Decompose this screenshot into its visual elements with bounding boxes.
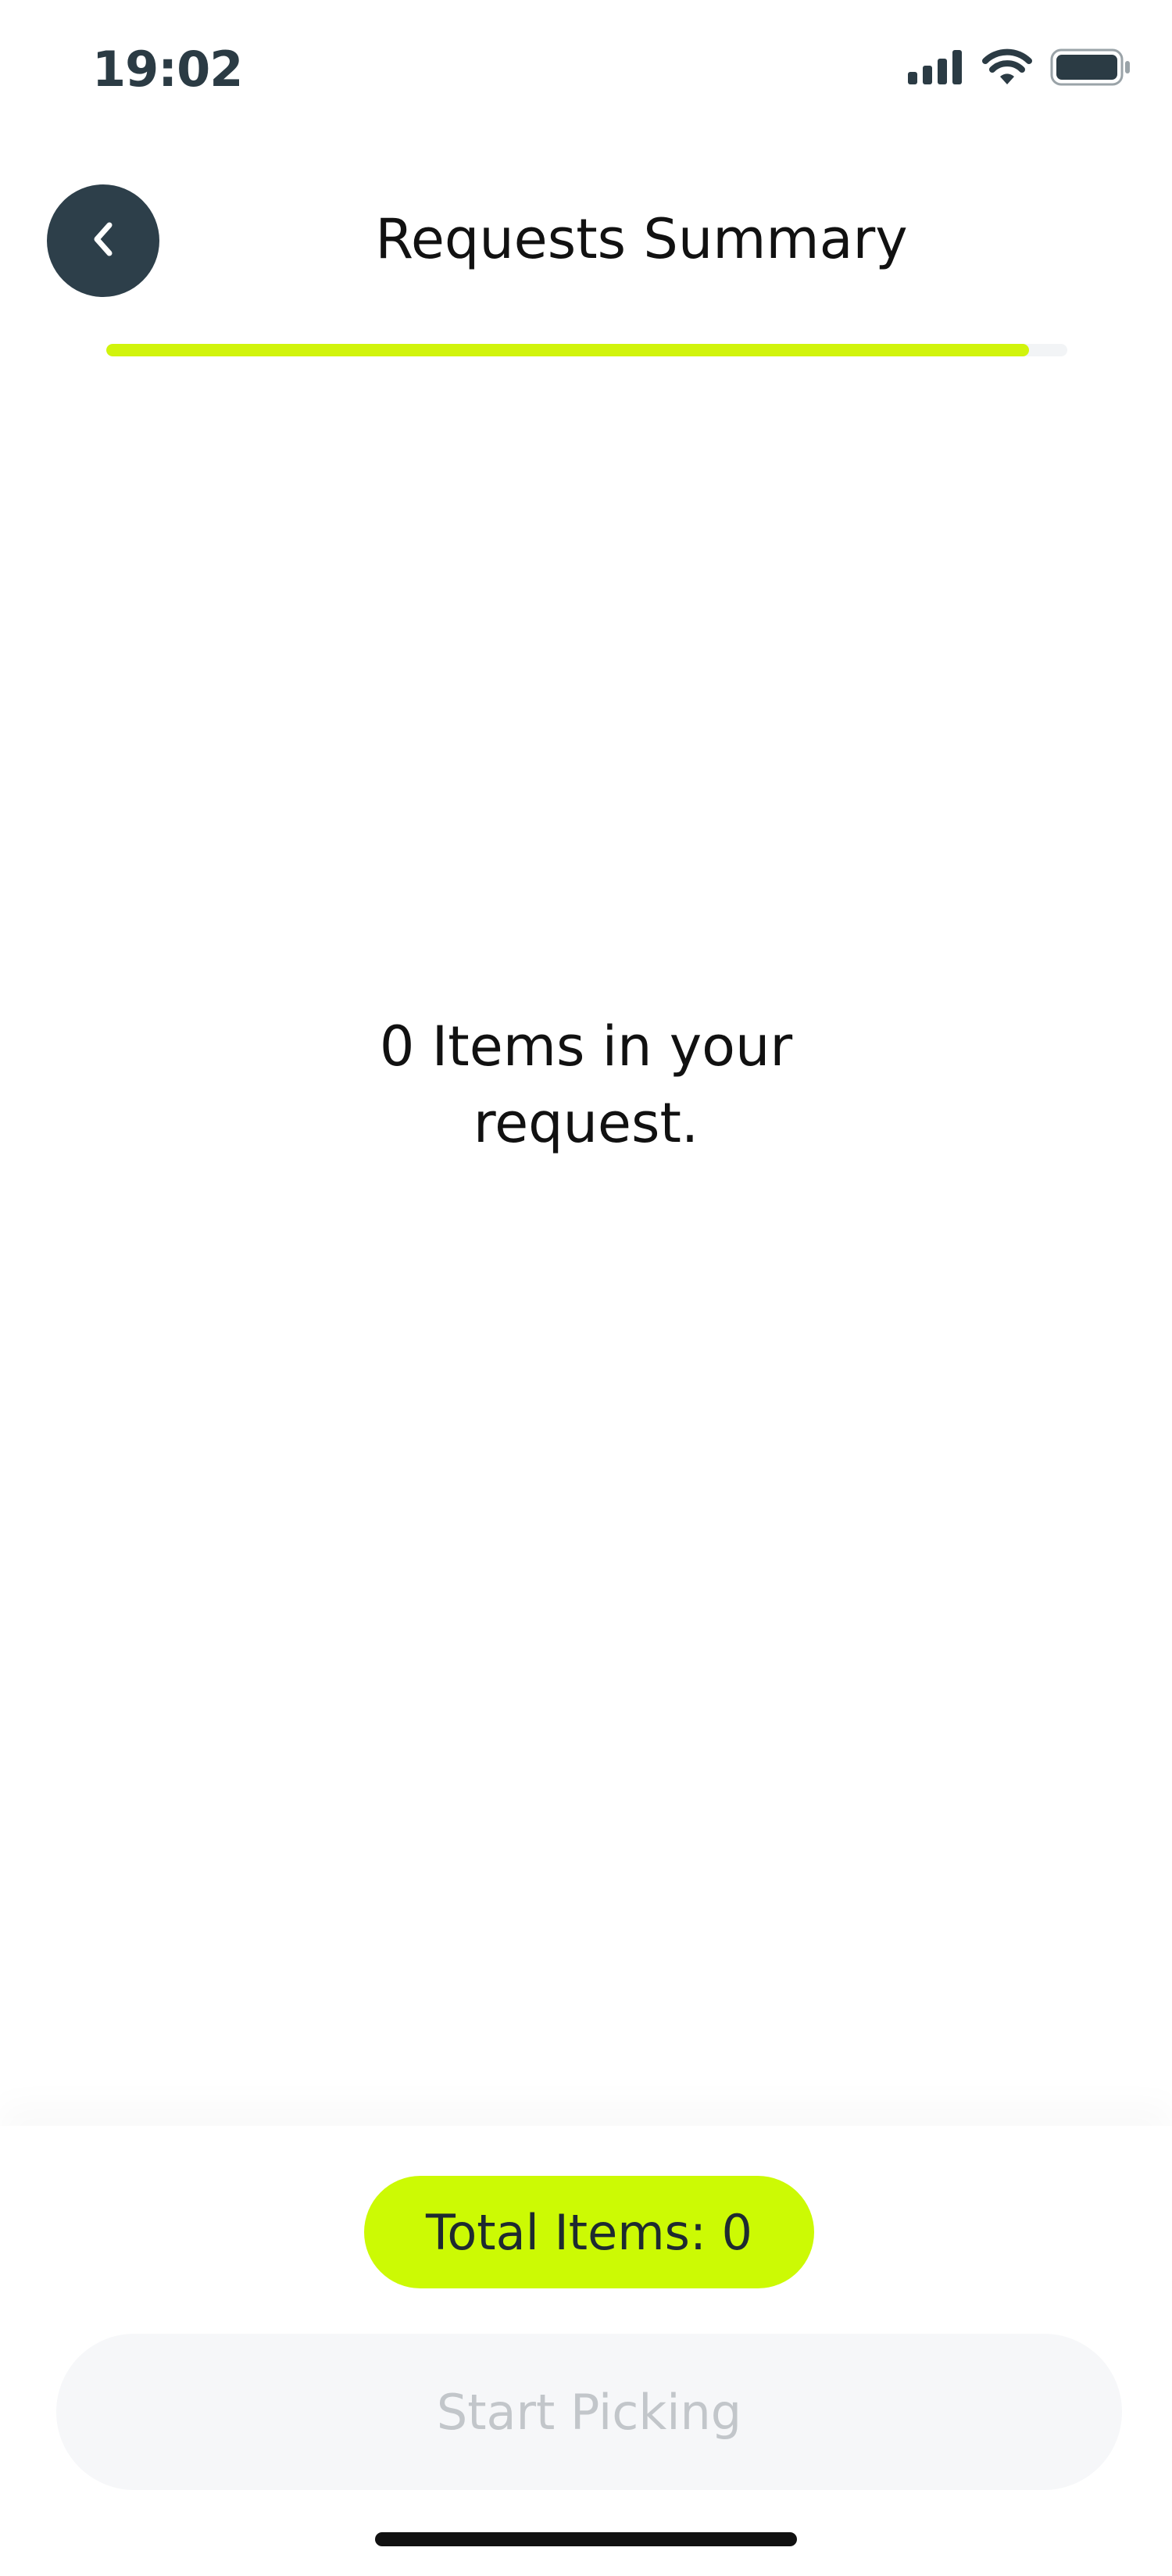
status-time: 19:02	[92, 41, 243, 98]
screen: 19:02 Requests Summary 0 Items in your r…	[0, 0, 1172, 2576]
page-title: Requests Summary	[375, 207, 908, 271]
wifi-icon	[981, 48, 1033, 89]
start-picking-button[interactable]: Start Picking	[56, 2334, 1122, 2490]
back-button[interactable]	[47, 184, 159, 297]
progress-bar	[106, 344, 1067, 356]
battery-icon	[1050, 48, 1131, 89]
chevron-left-icon	[84, 216, 122, 266]
status-icons	[908, 48, 1131, 89]
home-indicator[interactable]	[375, 2532, 797, 2546]
cellular-signal-icon	[908, 50, 964, 88]
progress-bar-fill	[106, 344, 1029, 356]
empty-state-message: 0 Items in your request.	[379, 1014, 793, 1155]
total-items-badge: Total Items: 0	[364, 2176, 814, 2288]
